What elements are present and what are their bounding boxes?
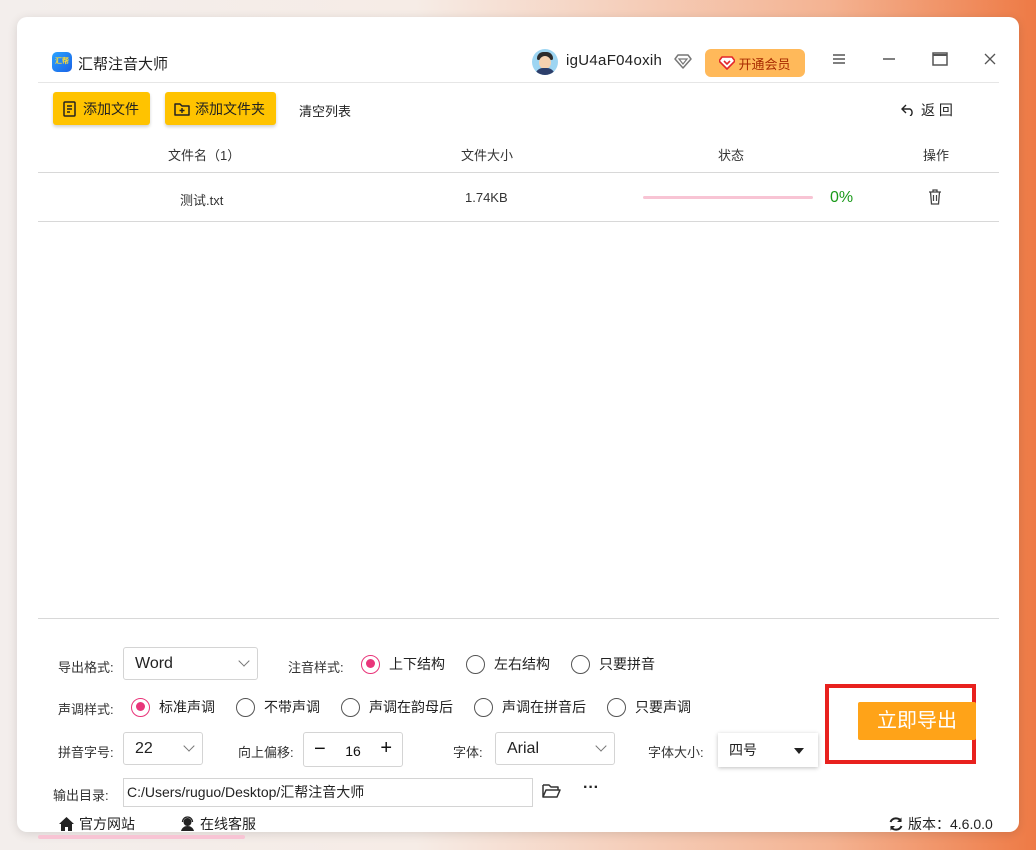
chevron-down-icon xyxy=(595,740,607,752)
radio-label: 不带声调 xyxy=(264,699,320,715)
file-list-area[interactable] xyxy=(38,223,999,619)
vip-diamond-icon xyxy=(674,54,692,69)
delete-icon[interactable] xyxy=(928,189,942,205)
progress-percent: 0% xyxy=(830,189,854,206)
title-bar: 汇帮 汇帮注音大师 igU4aF04oxih 开通会员 xyxy=(38,37,999,83)
radio-circle xyxy=(131,697,150,717)
add-folder-label: 添加文件夹 xyxy=(195,100,265,117)
font-size-value: 四号 xyxy=(729,742,757,758)
radio-pinyin-style-2[interactable]: 只要拼音 xyxy=(571,654,655,674)
chevron-down-icon xyxy=(183,740,195,752)
radio-label: 只要声调 xyxy=(635,699,691,715)
app-title: 汇帮注音大师 xyxy=(78,56,169,73)
official-website-link[interactable]: 官方网站 xyxy=(58,814,135,834)
column-header-status: 状态 xyxy=(718,148,745,163)
increment-button[interactable]: + xyxy=(380,738,392,758)
radio-circle xyxy=(571,654,590,674)
radio-label: 声调在拼音后 xyxy=(502,699,586,715)
column-header-filename: 文件名（1） xyxy=(168,148,241,163)
online-support-label: 在线客服 xyxy=(200,816,256,832)
radio-circle xyxy=(466,654,485,674)
username[interactable]: igU4aF04oxih xyxy=(566,52,662,69)
version-info[interactable]: 版本：4.6.0.0 xyxy=(888,814,993,834)
pinyin-size-label: 拼音字号: xyxy=(58,745,114,760)
dropdown-arrow-icon xyxy=(794,748,804,754)
font-label: 字体: xyxy=(453,745,483,760)
open-vip-button[interactable]: 开通会员 xyxy=(705,49,805,77)
chevron-down-icon xyxy=(238,655,250,667)
output-dir-field[interactable]: C:/Users/ruguo/Desktop/汇帮注音大师 xyxy=(123,778,533,807)
table-row[interactable]: 测试.txt 1.74KB 0% xyxy=(38,172,999,222)
progress-bar xyxy=(643,196,813,199)
radio-circle xyxy=(607,697,626,717)
add-file-label: 添加文件 xyxy=(83,100,139,117)
column-header-action: 操作 xyxy=(923,148,950,163)
radio-circle xyxy=(361,654,380,674)
font-value: Arial xyxy=(507,740,540,757)
open-vip-label: 开通会员 xyxy=(738,56,791,72)
font-select[interactable]: Arial xyxy=(495,732,615,765)
back-label: 返 回 xyxy=(921,102,953,118)
refresh-icon xyxy=(889,817,903,831)
online-support-link[interactable]: 在线客服 xyxy=(179,814,256,834)
add-folder-icon xyxy=(174,102,190,116)
radio-tone-style-0[interactable]: 标准声调 xyxy=(131,697,215,717)
pinyin-style-label: 注音样式: xyxy=(288,660,344,675)
add-file-button[interactable]: 添加文件 xyxy=(53,92,150,125)
radio-circle xyxy=(236,697,255,717)
vip-icon xyxy=(719,56,736,70)
bottom-scroll-indicator xyxy=(38,835,245,839)
column-header-size: 文件大小 xyxy=(461,148,514,163)
pinyin-size-value: 22 xyxy=(135,740,153,757)
radio-tone-style-1[interactable]: 不带声调 xyxy=(236,697,320,717)
minimize-icon[interactable] xyxy=(880,52,898,70)
official-website-label: 官方网站 xyxy=(79,816,135,832)
file-name: 测试.txt xyxy=(180,193,224,208)
font-size-label: 字体大小: xyxy=(648,745,704,760)
font-size-select[interactable]: 四号 xyxy=(718,733,818,767)
app-logo-icon: 汇帮 xyxy=(52,52,72,72)
support-agent-icon xyxy=(181,816,194,831)
app-window: 汇帮 汇帮注音大师 igU4aF04oxih 开通会员 添加文件 添加文件夹 清… xyxy=(17,17,1019,832)
version-label: 版本：4.6.0.0 xyxy=(908,816,993,832)
export-format-select[interactable]: Word xyxy=(123,647,258,680)
radio-circle xyxy=(341,697,360,717)
maximize-icon[interactable] xyxy=(931,52,949,70)
add-folder-button[interactable]: 添加文件夹 xyxy=(165,92,276,125)
file-size: 1.74KB xyxy=(465,190,508,205)
export-format-value: Word xyxy=(135,655,173,672)
home-icon xyxy=(59,817,74,831)
export-now-button[interactable]: 立即导出 xyxy=(858,702,976,740)
radio-pinyin-style-0[interactable]: 上下结构 xyxy=(361,654,445,674)
export-format-label: 导出格式: xyxy=(58,660,114,675)
tone-style-label: 声调样式: xyxy=(58,702,114,717)
back-button[interactable]: 返 回 xyxy=(901,100,953,120)
radio-label: 标准声调 xyxy=(159,699,215,715)
offset-stepper[interactable]: − 16 + xyxy=(303,732,403,767)
user-avatar[interactable] xyxy=(532,49,558,75)
radio-label: 声调在韵母后 xyxy=(369,699,453,715)
more-options-button[interactable]: ··· xyxy=(583,779,599,797)
app-content: 汇帮 汇帮注音大师 igU4aF04oxih 开通会员 添加文件 添加文件夹 清… xyxy=(38,37,999,832)
menu-icon[interactable] xyxy=(830,52,848,70)
output-dir-label: 输出目录: xyxy=(53,788,109,803)
add-file-icon xyxy=(63,100,76,117)
radio-label: 只要拼音 xyxy=(599,656,655,672)
offset-label: 向上偏移: xyxy=(238,745,294,760)
radio-label: 左右结构 xyxy=(494,656,550,672)
radio-tone-style-4[interactable]: 只要声调 xyxy=(607,697,691,717)
radio-circle xyxy=(474,697,493,717)
pinyin-size-select[interactable]: 22 xyxy=(123,732,203,765)
back-icon xyxy=(901,104,913,116)
radio-tone-style-2[interactable]: 声调在韵母后 xyxy=(341,697,453,717)
clear-list-button[interactable]: 清空列表 xyxy=(299,101,351,120)
radio-tone-style-3[interactable]: 声调在拼音后 xyxy=(474,697,586,717)
close-icon[interactable] xyxy=(981,52,999,70)
folder-open-icon[interactable] xyxy=(542,783,561,799)
radio-pinyin-style-1[interactable]: 左右结构 xyxy=(466,654,550,674)
radio-label: 上下结构 xyxy=(389,656,445,672)
